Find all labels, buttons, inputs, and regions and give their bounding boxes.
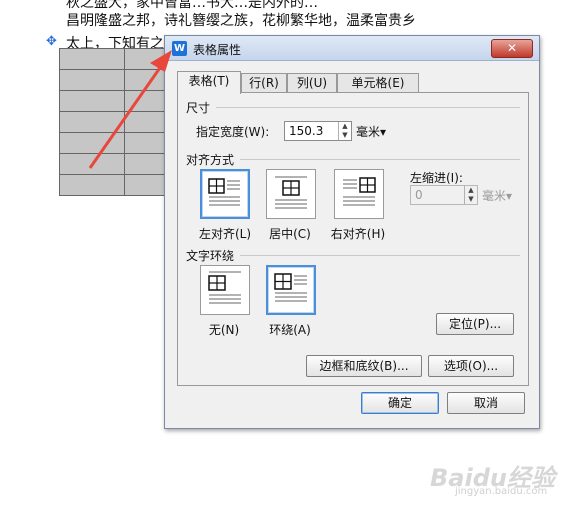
align-right-option[interactable] (334, 169, 384, 219)
table-properties-dialog: W 表格属性 ✕ 表格(T) 行(R) 列(U) 单元格(E) 尺寸 指定宽度(… (164, 35, 540, 429)
wrap-around-icon (274, 273, 307, 302)
wrap-none-option[interactable] (200, 265, 250, 315)
alignment-section-title: 对齐方式 (186, 153, 235, 167)
watermark-url: jingyan.baidu.com (455, 486, 548, 497)
tab-cell[interactable]: 单元格(E) (337, 73, 419, 93)
spin-arrows-icon[interactable]: ▲ ▼ (338, 122, 351, 140)
cancel-button[interactable]: 取消 (447, 392, 525, 414)
align-center-icon (275, 176, 307, 209)
left-indent-label: 左缩进(I): (410, 171, 463, 185)
width-unit-select[interactable]: 毫米▾ (356, 123, 386, 140)
size-section-title: 尺寸 (186, 101, 211, 115)
width-spinbox[interactable]: 150.3 ▲ ▼ (284, 121, 352, 141)
left-indent-value: 0 (415, 188, 423, 202)
dialog-title: 表格属性 (193, 43, 242, 57)
separator (240, 159, 520, 160)
align-right-label: 右对齐(H) (330, 227, 386, 241)
align-center-option[interactable] (266, 169, 316, 219)
separator (240, 255, 520, 256)
dialog-titlebar[interactable]: W 表格属性 ✕ (165, 36, 539, 61)
tab-row[interactable]: 行(R) (241, 73, 287, 93)
left-indent-spinbox[interactable]: 0 ▲ ▼ (410, 185, 478, 205)
options-button[interactable]: 选项(O)... (428, 355, 514, 377)
wrap-none-icon (208, 271, 241, 304)
tab-table[interactable]: 表格(T) (177, 71, 241, 94)
close-button[interactable]: ✕ (491, 39, 533, 58)
left-indent-unit-select[interactable]: 毫米▾ (482, 187, 512, 204)
align-center-label: 居中(C) (269, 227, 311, 241)
wrap-around-label: 环绕(A) (269, 323, 311, 337)
wrap-section-title: 文字环绕 (186, 249, 235, 263)
wps-app-icon: W (172, 41, 187, 56)
tab-panel-table: 尺寸 指定宽度(W): 150.3 ▲ ▼ 毫米▾ 对齐方式 左对齐(L) 居中… (177, 92, 529, 386)
align-left-label: 左对齐(L) (198, 227, 252, 241)
document-text-line: 昌明隆盛之邦，诗礼簪缨之族，花柳繁华地，温柔富贵乡 (66, 13, 416, 29)
wrap-none-label: 无(N) (208, 323, 240, 337)
wrap-around-option[interactable] (266, 265, 316, 315)
width-value: 150.3 (289, 124, 324, 138)
separator (216, 107, 520, 108)
table-move-handle-icon[interactable]: ✥ (46, 34, 57, 49)
borders-shading-button[interactable]: 边框和底纹(B)... (306, 355, 422, 377)
align-left-icon (208, 178, 240, 206)
align-left-option[interactable] (200, 169, 250, 219)
width-label: 指定宽度(W): (196, 125, 270, 139)
ok-button[interactable]: 确定 (361, 392, 439, 414)
position-button[interactable]: 定位(P)... (436, 313, 514, 335)
tab-column[interactable]: 列(U) (287, 73, 337, 93)
spin-arrows-icon[interactable]: ▲ ▼ (464, 186, 477, 204)
align-right-icon (343, 177, 376, 206)
